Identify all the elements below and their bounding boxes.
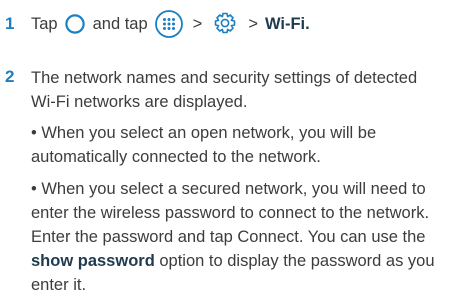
step-2-intro: The network names and security settings … <box>31 69 418 111</box>
open-network-bullet: • When you select an open network, you w… <box>31 124 377 166</box>
and-tap-text: and tap <box>92 14 148 33</box>
apps-icon <box>154 9 184 39</box>
show-password-label: show password <box>31 252 155 270</box>
gear-icon <box>211 10 239 38</box>
secured-network-bullet: • When you select a secured network, you… <box>31 177 441 297</box>
home-circle-icon <box>64 13 86 35</box>
step-number: 2 <box>5 67 15 86</box>
step-number: 1 <box>5 14 15 33</box>
step-1: 1 Tap and tap > > Wi-Fi. <box>0 10 452 38</box>
arrow-separator: > <box>192 14 203 33</box>
tap-text: Tap <box>31 14 58 33</box>
arrow-separator: > <box>248 14 258 33</box>
step-1-instruction: Tap and tap > > Wi-Fi. <box>31 10 310 38</box>
wifi-label: Wi-Fi. <box>264 14 310 33</box>
secured-text-before: • When you select a secured network, you… <box>31 180 430 246</box>
